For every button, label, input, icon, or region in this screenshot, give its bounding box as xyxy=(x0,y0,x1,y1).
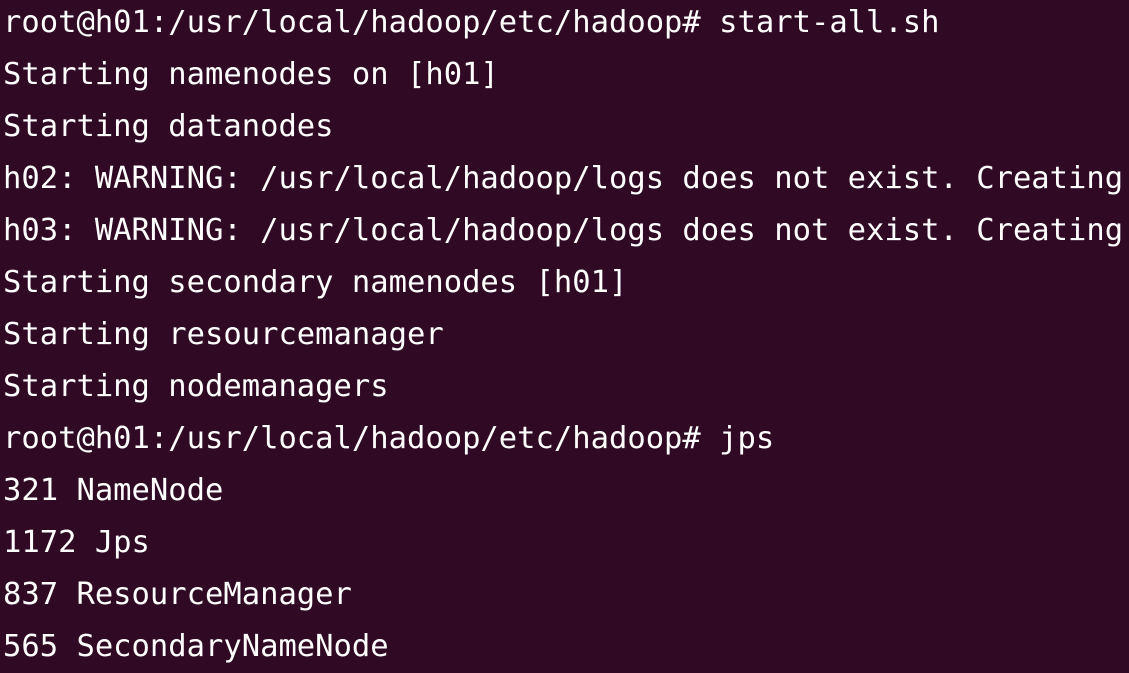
command-line-start-all: root@h01:/usr/local/hadoop/etc/hadoop# s… xyxy=(3,5,940,40)
output-line-nodemanagers: Starting nodemanagers xyxy=(3,369,389,404)
jps-line-resourcemanager: 837 ResourceManager xyxy=(3,577,352,612)
jps-line-secondarynamenode: 565 SecondaryNameNode xyxy=(3,629,389,664)
output-line-namenodes: Starting namenodes on [h01] xyxy=(3,57,499,92)
command-line-jps: root@h01:/usr/local/hadoop/etc/hadoop# j… xyxy=(3,421,775,456)
jps-line-jps: 1172 Jps xyxy=(3,525,150,560)
terminal-output[interactable]: root@h01:/usr/local/hadoop/etc/hadoop# s… xyxy=(0,0,1129,673)
warning-line-h03: h03: WARNING: /usr/local/hadoop/logs doe… xyxy=(3,213,1129,248)
warning-line-h02: h02: WARNING: /usr/local/hadoop/logs doe… xyxy=(3,161,1129,196)
output-line-resourcemanager: Starting resourcemanager xyxy=(3,317,444,352)
output-line-datanodes: Starting datanodes xyxy=(3,109,334,144)
jps-line-namenode: 321 NameNode xyxy=(3,473,224,508)
output-line-secondary-namenodes: Starting secondary namenodes [h01] xyxy=(3,265,628,300)
